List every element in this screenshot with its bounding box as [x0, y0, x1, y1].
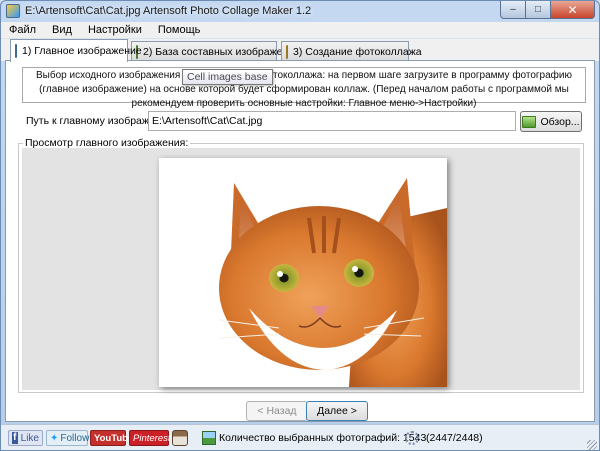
menu-file[interactable]: Файл [1, 22, 44, 39]
tooltip: Cell images base [182, 69, 273, 85]
menu-help[interactable]: Помощь [150, 22, 209, 39]
window-title: E:\Artensoft\Cat\Cat.jpg Artensoft Photo… [25, 5, 312, 17]
back-button[interactable]: < Назад [246, 401, 308, 421]
instagram-icon[interactable] [172, 430, 188, 446]
facebook-icon: f [12, 432, 18, 444]
menu-settings[interactable]: Настройки [80, 22, 150, 39]
preview-area [22, 148, 580, 390]
main-panel: Выбор исходного изображения для построен… [5, 60, 595, 422]
tab-cell-images-base-label: 2) База составных изображений [143, 45, 301, 58]
next-button[interactable]: Далее > [306, 401, 368, 421]
path-input[interactable]: E:\Artensoft\Cat\Cat.jpg [148, 111, 516, 131]
photos-icon [202, 431, 216, 445]
menu-view[interactable]: Вид [44, 22, 80, 39]
folder-icon [522, 115, 537, 128]
magic-wand-icon [286, 44, 288, 59]
minimize-button[interactable]: – [500, 1, 526, 19]
main-image-preview [159, 158, 447, 387]
tab-strip: 1) Главное изображение 2) База составных… [1, 39, 599, 62]
image-icon [15, 44, 17, 58]
cat-photo [159, 158, 447, 387]
twitter-icon: ✦ [50, 432, 59, 444]
youtube-label: YouTube [94, 432, 134, 444]
title-bar[interactable]: E:\Artensoft\Cat\Cat.jpg Artensoft Photo… [1, 1, 599, 21]
resize-grip-icon[interactable] [587, 440, 597, 450]
tab-create-collage-label: 3) Создание фотоколлажа [293, 45, 422, 58]
preview-group: Просмотр главного изображения: [18, 137, 584, 393]
selected-photos-count: Количество выбранных фотографий: 1543 [219, 432, 427, 444]
status-bar: f Like ✦ Follow YouTube Pinterest Количе… [1, 424, 599, 450]
maximize-button[interactable]: □ [526, 1, 551, 19]
loading-spinner-icon [405, 431, 419, 445]
info-text: Выбор исходного изображения для построен… [22, 67, 586, 109]
tab-main-image[interactable]: 1) Главное изображение [10, 39, 142, 62]
pinterest-button[interactable]: Pinterest [129, 430, 171, 446]
progress-count: (2447/2448) [426, 432, 483, 444]
tab-cell-images-base[interactable]: 2) База составных изображений [131, 41, 300, 61]
app-icon [6, 4, 20, 18]
app-window: E:\Artensoft\Cat\Cat.jpg Artensoft Photo… [0, 0, 600, 451]
close-button[interactable]: ✕ [551, 1, 595, 19]
browse-button[interactable]: Обзор... [520, 111, 582, 132]
follow-label: Follow [60, 432, 90, 444]
like-label: Like [20, 432, 39, 444]
tab-create-collage[interactable]: 3) Создание фотоколлажа [281, 41, 422, 61]
youtube-button[interactable]: YouTube [90, 430, 133, 446]
twitter-follow-button[interactable]: ✦ Follow [46, 430, 90, 446]
pinterest-label: Pinterest [133, 432, 171, 444]
menu-bar: Файл Вид Настройки Помощь [1, 22, 599, 39]
browse-label: Обзор... [540, 115, 580, 128]
tab-main-image-label: 1) Главное изображение [22, 45, 142, 57]
facebook-like-button[interactable]: f Like [8, 430, 43, 446]
window-controls: – □ ✕ [500, 1, 595, 19]
